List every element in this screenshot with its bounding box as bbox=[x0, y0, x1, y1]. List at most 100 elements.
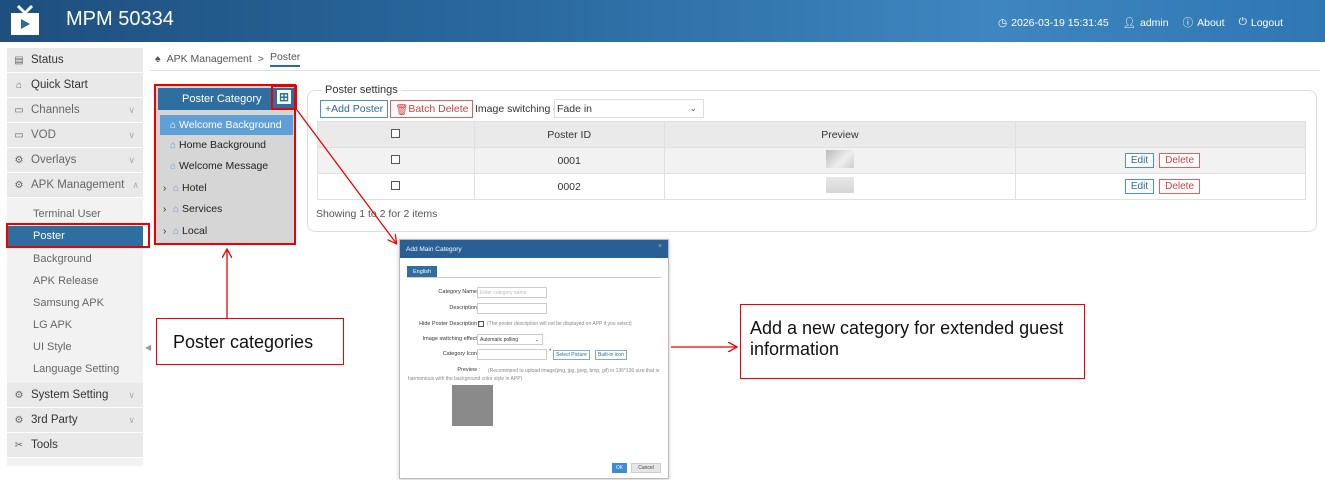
clock-icon: ◷ bbox=[997, 16, 1008, 29]
poster-settings-title: Poster settings bbox=[322, 84, 401, 96]
tv-logo-icon bbox=[8, 4, 42, 38]
hide-description-note: (The poster description will not be disp… bbox=[487, 321, 632, 327]
sidebar-item-channels[interactable]: ▭ Channels ∨ bbox=[7, 98, 143, 123]
about-label: About bbox=[1197, 16, 1225, 29]
highlight-add-category bbox=[271, 85, 297, 110]
hide-description-checkbox[interactable] bbox=[478, 321, 484, 327]
sidebar-sub-background[interactable]: Background bbox=[7, 248, 143, 269]
poster-thumbnail[interactable] bbox=[825, 150, 854, 168]
highlight-poster-menu bbox=[6, 223, 150, 248]
sidebar-item-tools[interactable]: ✂ Tools bbox=[7, 433, 143, 458]
datetime-text: 2026-03-19 15:31:45 bbox=[1011, 16, 1109, 29]
sidebar-item-quick-start[interactable]: ⌂ Quick Start bbox=[7, 73, 143, 98]
sidebar-sub-terminal-user[interactable]: Terminal User bbox=[7, 203, 143, 224]
preview-note: (Recommend to upload image(png, jpg, jpe… bbox=[408, 368, 660, 382]
select-picture-button[interactable]: Select Picture bbox=[553, 350, 590, 360]
close-icon[interactable]: × bbox=[658, 243, 662, 250]
chevron-down-icon: ⌄ bbox=[534, 336, 539, 343]
delete-button[interactable]: Delete bbox=[1159, 153, 1200, 168]
sidebar-item-label: System Setting bbox=[31, 389, 109, 401]
select-all-checkbox[interactable] bbox=[391, 128, 401, 138]
cancel-button[interactable]: Cancel bbox=[631, 463, 661, 473]
column-header: Poster ID bbox=[473, 121, 665, 148]
add-poster-button[interactable]: +Add Poster bbox=[320, 100, 389, 118]
sidebar-item-label: Overlays bbox=[31, 154, 77, 166]
sidebar-sub-apk-release[interactable]: APK Release bbox=[7, 270, 143, 291]
sidebar-item-vod[interactable]: ▭ VOD ∨ bbox=[7, 123, 143, 148]
icon-preview bbox=[452, 385, 493, 426]
dialog-effect-label: Image switching effect : bbox=[422, 336, 480, 342]
breadcrumb-current: Poster bbox=[269, 51, 301, 67]
collapse-sidebar-icon[interactable]: ◀ bbox=[145, 343, 151, 352]
sidebar-item-3rd-party[interactable]: ⚙ 3rd Party ∨ bbox=[7, 408, 143, 433]
poster-thumbnail[interactable] bbox=[825, 177, 854, 193]
category-name-input[interactable]: Enter category name bbox=[477, 287, 547, 298]
divider bbox=[150, 70, 1320, 71]
logout-icon: ⏻ bbox=[1238, 16, 1247, 28]
built-in-icon-button[interactable]: Built-in icon bbox=[595, 350, 627, 360]
column-header: Preview bbox=[663, 121, 1017, 148]
breadcrumb-parent[interactable]: APK Management bbox=[167, 53, 252, 65]
edit-button[interactable]: Edit bbox=[1124, 153, 1155, 168]
vod-icon: ▭ bbox=[14, 129, 24, 141]
chevron-up-icon: ∧ bbox=[132, 179, 139, 190]
category-name-label: Category Name : bbox=[438, 289, 480, 295]
chevron-down-icon: ∨ bbox=[128, 389, 135, 400]
sidebar-item-label: Channels bbox=[31, 104, 80, 116]
sidebar-item-label: Tools bbox=[31, 439, 58, 451]
chevron-down-icon: ∨ bbox=[128, 414, 135, 425]
add-category-dialog: Add Main Category × English Category Nam… bbox=[399, 239, 669, 479]
pagination-info: Showing 1 to 2 for 2 items bbox=[316, 208, 438, 220]
row-checkbox[interactable] bbox=[391, 154, 401, 164]
sidebar-sub-lg-apk[interactable]: LG APK bbox=[7, 314, 143, 335]
table-row: 0001 Edit Delete bbox=[317, 147, 1306, 174]
home-icon[interactable]: ♠ bbox=[155, 53, 161, 65]
chevron-down-icon: ∨ bbox=[128, 154, 135, 165]
sidebar-sub-samsung-apk[interactable]: Samsung APK bbox=[7, 292, 143, 313]
user-menu[interactable]: 👤︎ admin bbox=[1122, 16, 1169, 30]
row-checkbox[interactable] bbox=[391, 180, 401, 190]
chevron-down-icon: ⌄ bbox=[689, 103, 697, 113]
batch-delete-label: Batch Delete bbox=[408, 103, 469, 115]
description-input[interactable] bbox=[477, 303, 547, 314]
divider bbox=[407, 277, 661, 278]
category-icon-label: Category Icon : bbox=[442, 351, 480, 357]
category-icon-input[interactable] bbox=[477, 349, 547, 360]
about-link[interactable]: ⓘ About bbox=[1183, 15, 1225, 30]
sidebar-item-label: VOD bbox=[31, 129, 56, 141]
poster-id: 0001 bbox=[473, 147, 665, 174]
column-header bbox=[1015, 121, 1306, 148]
apk-icon: ⚙ bbox=[14, 179, 24, 191]
delete-button[interactable]: Delete bbox=[1159, 179, 1200, 194]
sidebar-item-system-setting[interactable]: ⚙ System Setting ∨ bbox=[7, 383, 143, 408]
edit-button[interactable]: Edit bbox=[1124, 179, 1155, 194]
channels-icon: ▭ bbox=[14, 104, 24, 116]
sidebar-item-status[interactable]: ▤ Status bbox=[7, 48, 143, 73]
table-row: 0002 Edit Delete bbox=[317, 173, 1306, 200]
trash-icon: 🗑︎ bbox=[395, 103, 409, 116]
description-label: Description : bbox=[449, 305, 480, 311]
sidebar-item-apk-management[interactable]: ⚙ APK Management ∧ bbox=[7, 173, 143, 198]
breadcrumb: ♠ APK Management > Poster bbox=[155, 51, 301, 67]
poster-id: 0002 bbox=[473, 173, 665, 200]
batch-delete-button[interactable]: 🗑︎ Batch Delete bbox=[390, 100, 474, 118]
dialog-effect-select[interactable]: Automatic polling ⌄ bbox=[477, 334, 543, 345]
poster-table: Poster ID Preview 0001 Edit Delete 0002 E… bbox=[317, 121, 1306, 200]
sidebar-item-overlays[interactable]: ⚙ Overlays ∨ bbox=[7, 148, 143, 173]
user-icon: 👤︎ bbox=[1122, 17, 1136, 29]
logout-label: Logout bbox=[1250, 16, 1283, 29]
sidebar-sub-ui-style[interactable]: UI Style bbox=[7, 336, 143, 357]
overlays-icon: ⚙ bbox=[14, 154, 24, 166]
info-icon: ⓘ bbox=[1182, 17, 1194, 29]
logout-link[interactable]: ⏻ Logout bbox=[1239, 16, 1283, 29]
sidebar-item-label: Quick Start bbox=[31, 79, 88, 91]
chevron-down-icon: ∨ bbox=[128, 129, 135, 140]
effect-value: Fade in bbox=[557, 102, 593, 115]
tab-english[interactable]: English bbox=[407, 266, 437, 277]
sidebar-item-label: APK Management bbox=[31, 179, 125, 191]
ok-button[interactable]: OK bbox=[612, 463, 627, 473]
callout-poster-categories: Poster categories bbox=[156, 318, 344, 365]
sidebar-sub-language-setting[interactable]: Language Setting bbox=[7, 358, 143, 379]
tools-icon: ✂ bbox=[14, 439, 24, 451]
effect-select[interactable]: Fade in ⌄ bbox=[554, 99, 704, 118]
